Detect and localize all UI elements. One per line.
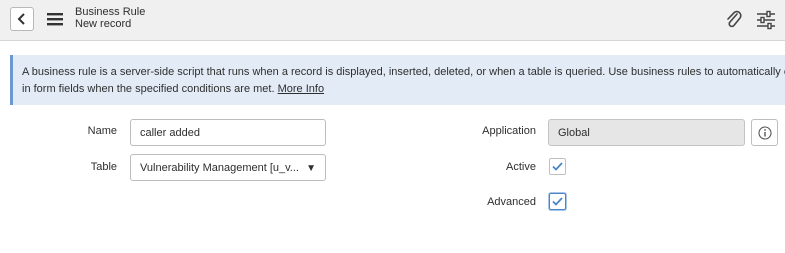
application-info-button[interactable]	[751, 119, 778, 146]
more-info-link[interactable]: More Info	[278, 83, 324, 95]
application-field-value: Global	[558, 126, 590, 139]
attachment-button[interactable]	[723, 9, 745, 31]
info-text: A business rule is a server-side script …	[22, 66, 785, 78]
active-label: Active	[506, 161, 536, 173]
application-field: Global	[548, 119, 745, 146]
paperclip-icon	[727, 10, 742, 28]
info-text-2: in form fields when the specified condit…	[22, 83, 275, 95]
record-type-title: Business Rule	[75, 6, 146, 18]
name-label: Name	[87, 125, 117, 137]
name-field-value: caller added	[140, 126, 200, 139]
table-select-value: Vulnerability Management [u_v...	[140, 161, 299, 174]
personalize-button[interactable]	[755, 9, 777, 31]
info-line-2: in form fields when the specified condit…	[22, 81, 785, 98]
hamburger-icon	[47, 13, 63, 26]
info-message: A business rule is a server-side script …	[10, 55, 785, 105]
application-label: Application	[482, 125, 536, 137]
sliders-icon	[757, 10, 775, 30]
info-icon	[757, 125, 772, 140]
advanced-label: Advanced	[487, 196, 536, 208]
dropdown-arrow-icon: ▼	[306, 163, 316, 174]
chevron-left-icon	[17, 13, 25, 25]
back-button[interactable]	[10, 7, 34, 31]
form-header: Business Rule New record	[0, 0, 785, 41]
table-select[interactable]: Vulnerability Management [u_v... ▼	[130, 154, 326, 181]
table-label: Table	[90, 161, 117, 173]
active-checkbox[interactable]	[549, 158, 566, 175]
name-field[interactable]: caller added	[130, 119, 326, 146]
checkmark-icon	[552, 197, 563, 206]
record-subtitle: New record	[75, 18, 132, 30]
advanced-checkbox[interactable]	[549, 193, 566, 210]
menu-button[interactable]	[46, 10, 64, 28]
checkmark-icon	[552, 162, 563, 171]
